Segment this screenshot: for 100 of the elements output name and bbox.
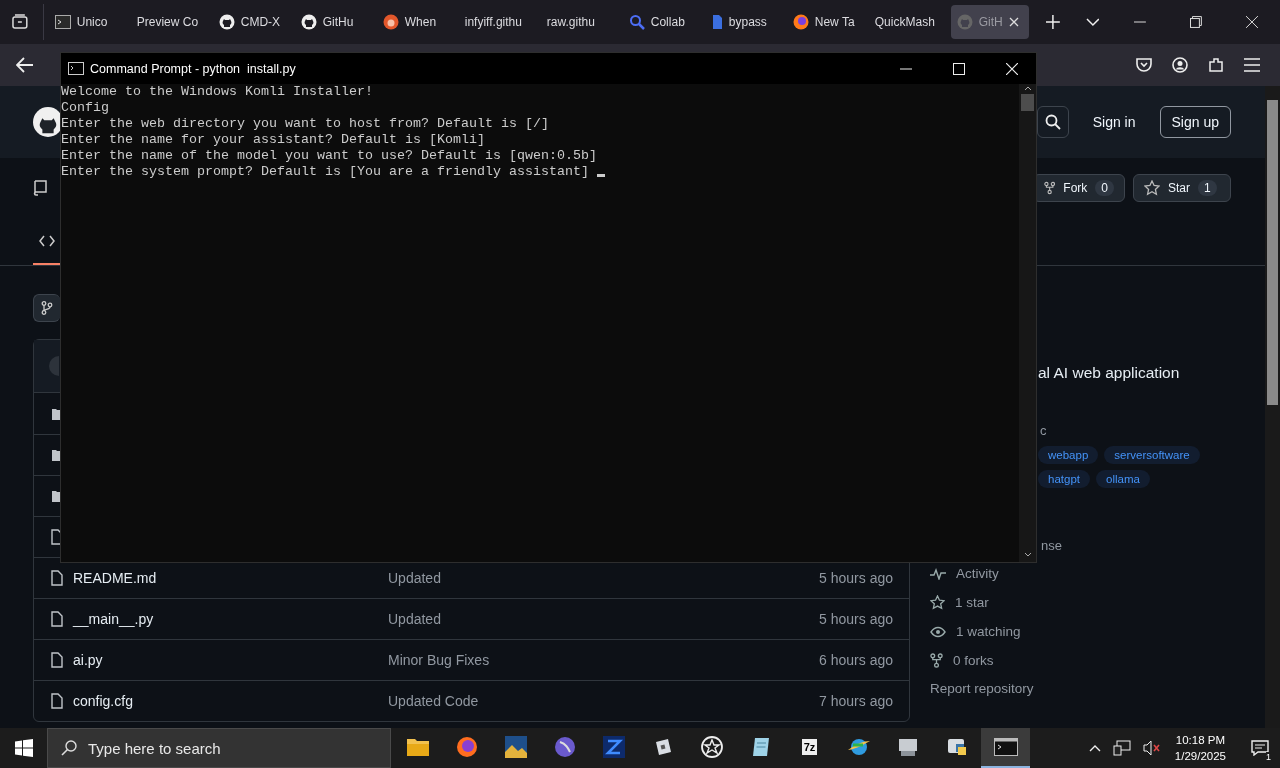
stat-link[interactable]: 1 watching	[930, 623, 1245, 640]
archive-icon: 7z	[801, 739, 818, 755]
file-link[interactable]: ai.py	[73, 652, 388, 668]
search-icon	[628, 14, 645, 30]
commit-message[interactable]: Minor Bug Fixes	[388, 652, 820, 668]
firefox-icon	[455, 736, 478, 758]
about-text: c	[1040, 423, 1048, 438]
close-icon[interactable]	[1246, 16, 1258, 28]
topic-tag[interactable]: hatgpt	[1038, 470, 1090, 488]
browser-tab[interactable]: Collab	[622, 5, 701, 39]
license-link[interactable]: nse	[1041, 538, 1245, 553]
scroll-thumb[interactable]	[1021, 94, 1034, 111]
browser-tab[interactable]: GitH	[950, 5, 1029, 39]
commit-message[interactable]: Updated	[388, 611, 820, 627]
pulse-icon	[930, 567, 946, 580]
console-line: Enter the web directory you want to host from? Default is [/]	[61, 116, 550, 132]
new-tab-icon[interactable]	[1045, 15, 1060, 29]
taskbar-app[interactable]	[981, 728, 1030, 768]
firefox-icon	[792, 14, 809, 30]
browser-tab[interactable]: infyiff.githu	[458, 5, 537, 39]
eye-icon	[930, 625, 946, 638]
image-app-icon	[504, 736, 527, 758]
report-link[interactable]: Report repository	[930, 681, 1245, 696]
star-button[interactable]: Star 1	[1133, 173, 1231, 202]
clock-date: 1/29/2025	[1174, 749, 1226, 764]
github-icon	[956, 14, 973, 30]
browser-tab[interactable]: raw.githu	[540, 5, 619, 39]
commit-time: 7 hours ago	[819, 693, 893, 709]
file-link[interactable]: config.cfg	[73, 693, 388, 709]
browser-tab[interactable]: GitHu	[294, 5, 373, 39]
file-link[interactable]: __main__.py	[73, 611, 388, 627]
topic-tag[interactable]: webapp	[1038, 446, 1099, 464]
scrollbar[interactable]	[1265, 86, 1280, 728]
lion-icon	[382, 14, 399, 30]
browser-tab[interactable]: Unico	[48, 5, 127, 39]
repo-description: al AI web application	[1038, 364, 1181, 382]
browser-tab[interactable]: CMD-X	[212, 5, 291, 39]
account-icon[interactable]	[1172, 57, 1188, 73]
minimize-icon[interactable]	[1134, 21, 1147, 23]
terminal-icon	[993, 738, 1018, 756]
console-line: Welcome to the Windows Komli Installer!	[61, 84, 374, 100]
scroll-up-icon[interactable]	[1023, 86, 1032, 91]
scroll-thumb[interactable]	[1267, 100, 1278, 405]
close-icon[interactable]	[1006, 62, 1018, 75]
back-arrow-icon[interactable]	[16, 57, 34, 73]
browser-tab[interactable]: When	[376, 5, 455, 39]
file-link[interactable]: README.md	[73, 570, 388, 586]
scrollbar[interactable]	[1019, 84, 1036, 562]
browser-tab[interactable]: New Ta	[786, 5, 865, 39]
scroll-down-icon[interactable]	[1023, 552, 1032, 557]
github-icon	[218, 14, 235, 30]
notification-count: 1	[1266, 752, 1271, 762]
sign-in-link[interactable]: Sign in	[1092, 114, 1136, 130]
document-icon	[710, 14, 723, 30]
tab-overview-icon[interactable]	[11, 13, 29, 31]
sign-up-button[interactable]: Sign up	[1159, 106, 1231, 138]
minimize-icon[interactable]	[900, 67, 912, 70]
extensions-icon[interactable]	[1208, 57, 1224, 73]
menu-icon[interactable]	[1244, 58, 1260, 72]
branch-icon	[41, 301, 53, 315]
monitor-icon	[896, 737, 919, 757]
restore-icon[interactable]	[1190, 16, 1203, 28]
commit-message[interactable]: Updated Code	[388, 693, 820, 709]
github-logo-icon[interactable]	[33, 107, 63, 137]
github-icon	[300, 14, 317, 30]
star-icon	[1144, 179, 1160, 196]
taskbar-search-field[interactable]: Type here to search	[47, 728, 391, 768]
branch-button[interactable]	[33, 294, 60, 322]
taskbar-app[interactable]: 7z	[785, 728, 834, 768]
commit-message[interactable]: Updated	[388, 570, 820, 586]
start-icon[interactable]	[15, 739, 33, 757]
topic-tag[interactable]: serversoftware	[1104, 446, 1200, 464]
stat-link[interactable]: Activity	[930, 565, 1245, 582]
star-icon	[700, 736, 723, 758]
globe-icon	[846, 736, 871, 758]
browser-tab[interactable]: bypass	[704, 5, 783, 39]
terminal-icon	[54, 15, 71, 29]
volume-muted-icon[interactable]	[1142, 740, 1161, 756]
code-icon	[39, 235, 55, 247]
stat-link[interactable]: 0 forks	[930, 652, 1245, 669]
network-icon[interactable]	[1112, 740, 1131, 756]
chevron-down-icon[interactable]	[1085, 18, 1100, 26]
console-line: Enter the name of the model you want to use? Default is [qwen:0.5b]	[61, 148, 598, 164]
chevron-up-icon[interactable]	[1088, 744, 1101, 752]
browser-tab[interactable]: QuickMash	[868, 5, 947, 39]
window-title: Command Prompt - python install.py	[90, 61, 296, 76]
stat-link[interactable]: 1 star	[930, 594, 1245, 611]
python-icon	[945, 736, 968, 758]
search-icon	[61, 740, 77, 756]
maximize-icon[interactable]	[953, 62, 965, 75]
star-icon	[930, 595, 945, 610]
browser-tab[interactable]: Preview Co	[130, 5, 209, 39]
notifications-button[interactable]: 1	[1240, 728, 1280, 768]
close-icon[interactable]	[1008, 17, 1019, 27]
topic-tag[interactable]: ollama	[1096, 470, 1150, 488]
pocket-icon[interactable]	[1136, 58, 1152, 72]
clock[interactable]: 10:18 PM 1/29/2025	[1174, 732, 1226, 764]
console-line: Enter the name for your assistant? Default is [Komli]	[61, 132, 486, 148]
console-line: Config	[61, 100, 110, 116]
fork-icon	[1044, 179, 1056, 196]
